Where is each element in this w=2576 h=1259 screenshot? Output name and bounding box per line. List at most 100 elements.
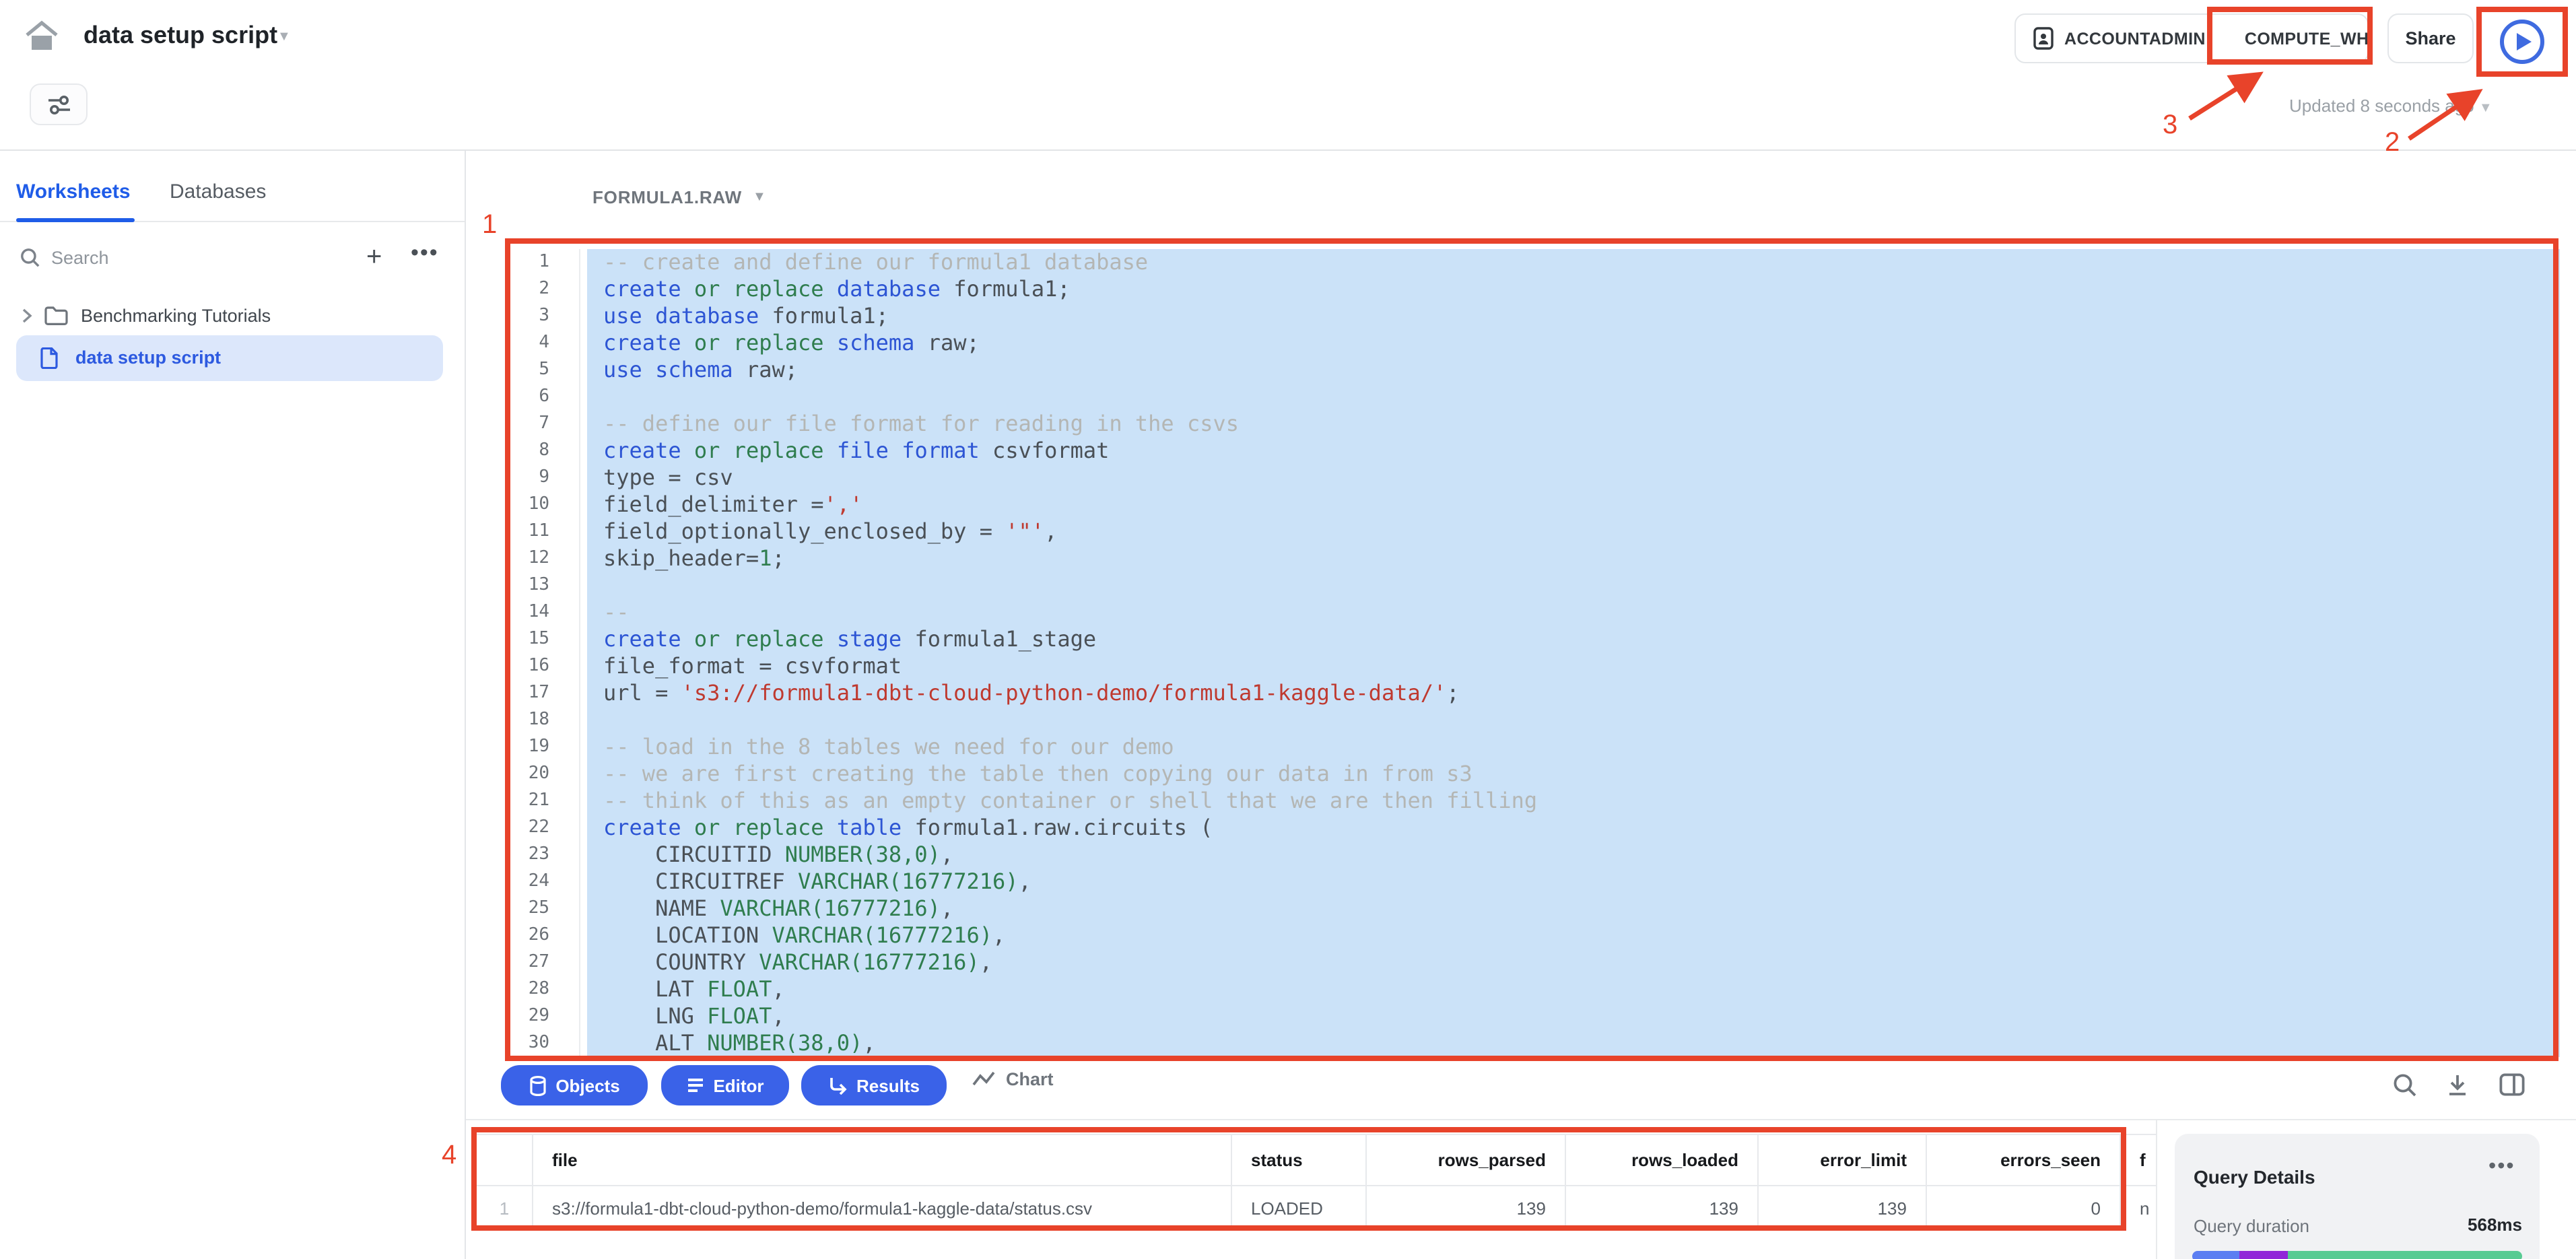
line-number: 8 bbox=[466, 438, 580, 465]
run-button[interactable] bbox=[2498, 18, 2546, 66]
title-dropdown-caret-icon[interactable]: ▼ bbox=[277, 30, 291, 44]
warehouse-badge[interactable]: COMPUTE_WH bbox=[2245, 29, 2369, 48]
column-header[interactable]: errors_seen bbox=[1927, 1135, 2121, 1185]
tab-worksheets[interactable]: Worksheets bbox=[16, 180, 131, 203]
query-duration-value: 568ms bbox=[2414, 1215, 2522, 1235]
code-line-text: CIRCUITREF VARCHAR(16777216), bbox=[587, 869, 2560, 895]
code-line-text: url = 's3://formula1-dbt-cloud-python-de… bbox=[587, 680, 2560, 707]
table-cell: 0 bbox=[1927, 1186, 2121, 1228]
tab-databases[interactable]: Databases bbox=[170, 180, 266, 203]
code-line[interactable]: 5use schema raw; bbox=[466, 357, 2576, 384]
updated-text: Updated 8 seconds ago bbox=[2289, 96, 2474, 116]
active-tab-underline bbox=[16, 218, 135, 222]
code-line[interactable]: 24 CIRCUITREF VARCHAR(16777216), bbox=[466, 869, 2576, 895]
chevron-right-icon[interactable] bbox=[22, 308, 32, 322]
results-button[interactable]: Results bbox=[801, 1065, 947, 1105]
annotation-label-2: 2 bbox=[2385, 127, 2400, 157]
annotation-label-3: 3 bbox=[2163, 110, 2177, 139]
code-line[interactable]: 17url = 's3://formula1-dbt-cloud-python-… bbox=[466, 680, 2576, 707]
split-columns-icon[interactable] bbox=[2499, 1073, 2523, 1097]
code-line[interactable]: 19-- load in the 8 tables we need for ou… bbox=[466, 734, 2576, 761]
sidebar-more-button[interactable]: ••• bbox=[411, 240, 439, 267]
code-line[interactable]: 18 bbox=[466, 707, 2576, 734]
line-number: 1 bbox=[466, 249, 580, 276]
column-header[interactable]: rows_loaded bbox=[1566, 1135, 1759, 1185]
code-line[interactable]: 12skip_header=1; bbox=[466, 545, 2576, 572]
column-header[interactable]: error_limit bbox=[1759, 1135, 1927, 1185]
database-icon bbox=[529, 1075, 546, 1095]
home-icon[interactable] bbox=[24, 20, 59, 53]
code-line[interactable]: 13 bbox=[466, 572, 2576, 599]
line-number: 13 bbox=[466, 572, 580, 599]
query-duration-bar bbox=[2192, 1251, 2522, 1259]
code-line[interactable]: 9type = csv bbox=[466, 465, 2576, 491]
download-icon[interactable] bbox=[2445, 1073, 2470, 1097]
code-line-text: -- load in the 8 tables we need for our … bbox=[587, 734, 2560, 761]
column-header[interactable]: status bbox=[1232, 1135, 1367, 1185]
code-line[interactable]: 25 NAME VARCHAR(16777216), bbox=[466, 895, 2576, 922]
schema-context-selector[interactable]: FORMULA1.RAW ▼ bbox=[592, 187, 767, 207]
role-badge[interactable]: ACCOUNTADMIN bbox=[2064, 29, 2206, 48]
code-line-text: LNG FLOAT, bbox=[587, 1003, 2560, 1030]
annotation-label-4: 4 bbox=[442, 1140, 456, 1169]
column-header[interactable]: rows_parsed bbox=[1367, 1135, 1566, 1185]
sql-editor[interactable]: 1-- create and define our formula1 datab… bbox=[466, 241, 2576, 1058]
code-line[interactable]: 16file_format = csvformat bbox=[466, 653, 2576, 680]
code-line[interactable]: 8create or replace file format csvformat bbox=[466, 438, 2576, 465]
code-line[interactable]: 29 LNG FLOAT, bbox=[466, 1003, 2576, 1030]
code-line[interactable]: 10field_delimiter =',' bbox=[466, 491, 2576, 518]
code-line[interactable]: 4create or replace schema raw; bbox=[466, 330, 2576, 357]
line-number: 7 bbox=[466, 411, 580, 438]
code-line[interactable]: 23 CIRCUITID NUMBER(38,0), bbox=[466, 842, 2576, 869]
sidebar-item-folder[interactable]: Benchmarking Tutorials bbox=[22, 299, 271, 331]
selected-worksheet-label: data setup script bbox=[75, 347, 221, 368]
updated-caret-icon: ▼ bbox=[2479, 101, 2493, 116]
editor-button[interactable]: Editor bbox=[661, 1065, 789, 1105]
code-line[interactable]: 6 bbox=[466, 384, 2576, 411]
worksheet-settings-button[interactable] bbox=[30, 83, 88, 125]
code-line-text: field_optionally_enclosed_by = '"', bbox=[587, 518, 2560, 545]
updated-status[interactable]: Updated 8 seconds ago ▼ bbox=[2289, 96, 2493, 116]
code-line[interactable]: 20-- we are first creating the table the… bbox=[466, 761, 2576, 788]
objects-button[interactable]: Objects bbox=[501, 1065, 648, 1105]
code-line-text: -- we are first creating the table then … bbox=[587, 761, 2560, 788]
line-number: 3 bbox=[466, 303, 580, 330]
add-worksheet-button[interactable]: + bbox=[366, 242, 382, 273]
code-line[interactable]: 21-- think of this as an empty container… bbox=[466, 788, 2576, 815]
code-line[interactable]: 15create or replace stage formula1_stage bbox=[466, 626, 2576, 653]
column-header[interactable] bbox=[477, 1135, 533, 1185]
context-pill[interactable]: ACCOUNTADMIN COMPUTE_WH bbox=[2014, 13, 2369, 63]
code-line[interactable]: 2create or replace database formula1; bbox=[466, 276, 2576, 303]
share-button[interactable]: Share bbox=[2387, 13, 2474, 63]
code-line[interactable]: 30 ALT NUMBER(38,0), bbox=[466, 1030, 2576, 1057]
column-header[interactable]: f bbox=[2121, 1135, 2156, 1185]
code-line[interactable]: 28 LAT FLOAT, bbox=[466, 976, 2576, 1003]
code-line[interactable]: 26 LOCATION VARCHAR(16777216), bbox=[466, 922, 2576, 949]
query-details-title: Query Details bbox=[2194, 1166, 2315, 1188]
code-line-text: NAME VARCHAR(16777216), bbox=[587, 895, 2560, 922]
line-number: 24 bbox=[466, 869, 580, 895]
query-details-more-button[interactable]: ••• bbox=[2488, 1155, 2515, 1180]
results-table[interactable]: filestatusrows_parsedrows_loadederror_li… bbox=[477, 1134, 2156, 1228]
results-pane-divider bbox=[466, 1119, 2576, 1120]
duration-bar-segment bbox=[2239, 1251, 2288, 1259]
code-line[interactable]: 22create or replace table formula1.raw.c… bbox=[466, 815, 2576, 842]
context-caret-icon: ▼ bbox=[753, 190, 767, 205]
annotation-label-1: 1 bbox=[482, 209, 497, 239]
code-line-text bbox=[587, 384, 2560, 411]
code-line[interactable]: 14-- bbox=[466, 599, 2576, 626]
code-line[interactable]: 1-- create and define our formula1 datab… bbox=[466, 249, 2576, 276]
code-line[interactable]: 11 field_optionally_enclosed_by = '"', bbox=[466, 518, 2576, 545]
line-number: 11 bbox=[466, 518, 580, 545]
chart-toggle[interactable]: Chart bbox=[972, 1069, 1054, 1089]
line-number: 18 bbox=[466, 707, 580, 734]
column-header[interactable]: file bbox=[533, 1135, 1232, 1185]
code-line[interactable]: 27 COUNTRY VARCHAR(16777216), bbox=[466, 949, 2576, 976]
search-results-icon[interactable] bbox=[2393, 1073, 2417, 1097]
code-line-text: field_delimiter =',' bbox=[587, 491, 2560, 518]
search-input[interactable]: Search bbox=[51, 248, 109, 268]
table-cell: 139 bbox=[1566, 1186, 1759, 1228]
code-line[interactable]: 3use database formula1; bbox=[466, 303, 2576, 330]
table-row[interactable]: 1s3://formula1-dbt-cloud-python-demo/for… bbox=[477, 1186, 2156, 1228]
code-line[interactable]: 7-- define our file format for reading i… bbox=[466, 411, 2576, 438]
